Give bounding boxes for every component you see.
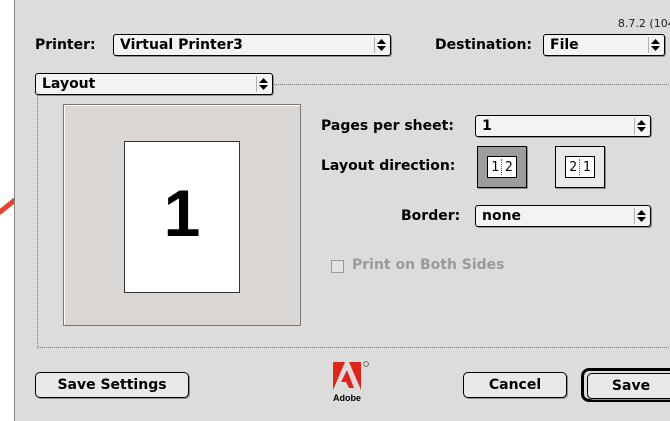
pages-per-sheet-label: Pages per sheet: [321,118,454,134]
printer-label: Printer: [35,37,96,53]
destination-popup[interactable]: File [543,34,665,56]
layout-preview: 1 [63,104,301,326]
popup-arrows-icon [648,37,660,53]
direction-left-to-right-icon: 1 2 [487,156,517,178]
popup-arrows-icon [374,37,386,53]
panel-popup[interactable]: Layout [35,73,273,95]
adobe-logo-text: Adobe [333,393,361,403]
print-dialog: 8.7.2 (104) Printer: Virtual Printer3 De… [14,0,670,421]
preview-page-number: 1 [163,176,201,250]
direction-right-to-left-button[interactable]: 2 1 [555,146,605,188]
save-settings-button[interactable]: Save Settings [35,372,189,398]
save-button[interactable]: Save [587,373,670,399]
layout-direction-label: Layout direction: [321,158,456,174]
direction-left-to-right-button[interactable]: 1 2 [477,146,527,188]
border-popup[interactable]: none [475,205,651,227]
destination-value: File [550,37,579,53]
direction-right-to-left-icon: 2 1 [565,156,595,178]
preview-sheet: 1 [124,141,240,293]
print-both-sides-label: Print on Both Sides [352,257,505,273]
panel-value: Layout [42,76,96,92]
printer-popup[interactable]: Virtual Printer3 [113,34,391,56]
pages-per-sheet-popup[interactable]: 1 [475,115,651,137]
popup-arrows-icon [634,118,646,134]
border-label: Border: [401,208,461,224]
print-both-sides-checkbox[interactable] [331,260,344,273]
popup-arrows-icon [256,76,268,92]
cancel-button[interactable]: Cancel [463,372,567,398]
version-label: 8.7.2 (104) [617,17,670,30]
border-value: none [482,208,522,224]
printer-value: Virtual Printer3 [120,37,243,53]
destination-label: Destination: [435,37,533,53]
pages-per-sheet-value: 1 [482,118,492,134]
popup-arrows-icon [634,208,646,224]
